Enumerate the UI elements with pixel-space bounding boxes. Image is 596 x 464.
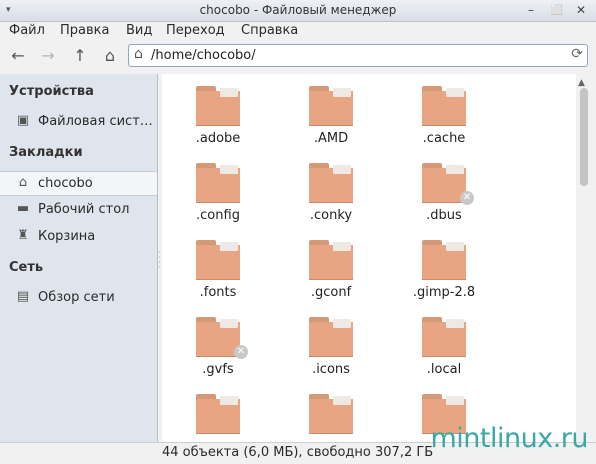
folder-item[interactable]: .gimp-2.8 <box>388 228 500 306</box>
status-text: 44 объекта (6,0 МБ), свободно 307,2 ГБ <box>162 445 434 460</box>
folder-item[interactable]: .gconf <box>275 228 387 306</box>
window-title: chocobo - Файловый менеджер <box>199 3 397 17</box>
toolbar: ← → ↑ ⌂ ⌂ ⟳ <box>0 40 596 72</box>
folder-item[interactable]: .local <box>388 305 500 383</box>
folder-icon <box>309 394 353 434</box>
close-button[interactable]: ✕ <box>572 2 590 19</box>
file-view: .adobe .AMD .cache .config .conky ✕ .dbu… <box>162 74 576 442</box>
sidebar-header-devices: Устройства <box>9 84 94 99</box>
folder-icon <box>196 86 240 126</box>
home-icon: ⌂ <box>18 175 28 190</box>
arrow-right-icon: → <box>41 46 55 65</box>
folder-name: .config <box>196 208 240 223</box>
folder-icon <box>196 240 240 280</box>
folder-item[interactable]: .cache <box>388 74 500 152</box>
sidebar-header-bookmarks: Закладки <box>9 145 83 160</box>
up-button[interactable]: ↑ <box>70 46 90 66</box>
folder-name: .adobe <box>195 131 241 146</box>
sidebar-item-filesystem[interactable]: ▣ Файловая сист… <box>0 110 157 135</box>
folder-icon <box>309 86 353 126</box>
sidebar-item-label: Обзор сети <box>38 290 115 305</box>
folder-icon <box>309 163 353 203</box>
scrollbar-thumb[interactable] <box>580 88 588 186</box>
folder-name: .gvfs <box>202 362 234 377</box>
arrow-left-icon: ← <box>11 46 25 65</box>
folder-name: .AMD <box>313 131 349 146</box>
title-bar: ▾ chocobo - Файловый менеджер – ⬜ ✕ <box>0 0 596 22</box>
folder-item[interactable]: .config <box>162 151 274 229</box>
folder-item[interactable]: .adobe <box>162 74 274 152</box>
folder-icon <box>422 317 466 357</box>
menu-file[interactable]: Файл <box>9 22 45 40</box>
trash-icon: ♜ <box>17 228 29 243</box>
sidebar-item-network[interactable]: ▤ Обзор сети <box>0 286 157 311</box>
menu-help[interactable]: Справка <box>241 22 298 40</box>
sidebar-item-desktop[interactable]: ▬ Рабочий стол <box>0 198 157 223</box>
home-icon: ⌂ <box>104 46 116 65</box>
sidebar-item-label: Корзина <box>38 229 96 244</box>
sidebar-item-label: chocobo <box>38 176 93 191</box>
folder-item[interactable]: .AMD <box>275 74 387 152</box>
folder-name: .icons <box>312 362 350 377</box>
folder-icon <box>196 394 240 434</box>
sidebar-item-label: Рабочий стол <box>38 202 130 217</box>
folder-name: .cache <box>422 131 466 146</box>
desktop-icon: ▬ <box>16 201 30 216</box>
watermark: mintlinux.ru <box>430 423 588 454</box>
folder-item[interactable]: ✕ .dbus <box>388 151 500 229</box>
sidebar-item-trash[interactable]: ♜ Корзина <box>0 225 157 250</box>
folder-icon <box>309 240 353 280</box>
unmounted-badge-icon: ✕ <box>234 345 248 359</box>
folder-item[interactable]: .icons <box>275 305 387 383</box>
menu-view[interactable]: Вид <box>126 22 152 40</box>
arrow-up-icon: ↑ <box>73 46 87 65</box>
folder-name: .fonts <box>199 285 237 300</box>
scroll-up-icon[interactable]: ▲ <box>578 78 585 88</box>
folder-icon <box>196 163 240 203</box>
folder-name: .dbus <box>426 208 462 223</box>
network-icon: ▤ <box>16 289 30 304</box>
sidebar: Устройства ▣ Файловая сист… Закладки ⌂ c… <box>0 74 158 442</box>
drive-icon: ▣ <box>16 113 30 128</box>
maximize-button[interactable]: ⬜ <box>548 2 566 19</box>
menu-go[interactable]: Переход <box>166 22 225 40</box>
reload-icon[interactable]: ⟳ <box>571 46 583 62</box>
vertical-scrollbar[interactable]: ▲ <box>576 74 594 442</box>
folder-icon: ✕ <box>196 317 248 359</box>
folder-icon: ✕ <box>422 163 474 205</box>
sidebar-item-label: Файловая сист… <box>38 114 153 129</box>
forward-button[interactable]: → <box>38 46 58 66</box>
folder-name: .gconf <box>310 285 352 300</box>
folder-item[interactable]: .conky <box>275 151 387 229</box>
folder-item[interactable] <box>162 382 274 442</box>
address-bar[interactable]: ⌂ ⟳ <box>128 44 588 67</box>
folder-item[interactable]: ✕ .gvfs <box>162 305 274 383</box>
address-input[interactable] <box>151 47 551 64</box>
folder-name: .conky <box>309 208 353 223</box>
sidebar-header-network: Сеть <box>9 260 44 275</box>
unmounted-badge-icon: ✕ <box>460 191 474 205</box>
menu-edit[interactable]: Правка <box>60 22 109 40</box>
sidebar-item-chocobo[interactable]: ⌂ chocobo <box>0 171 157 196</box>
back-button[interactable]: ← <box>8 46 28 66</box>
folder-icon <box>309 317 353 357</box>
home-icon: ⌂ <box>134 46 143 62</box>
folder-item[interactable]: .fonts <box>162 228 274 306</box>
folder-name: .local <box>426 362 462 377</box>
folder-icon <box>422 86 466 126</box>
folder-item[interactable] <box>275 382 387 442</box>
folder-name: .gimp-2.8 <box>412 285 476 300</box>
minimize-button[interactable]: – <box>522 2 540 19</box>
menu-bar: Файл Правка Вид Переход Справка <box>0 22 596 40</box>
home-button[interactable]: ⌂ <box>100 46 120 66</box>
folder-icon <box>422 240 466 280</box>
